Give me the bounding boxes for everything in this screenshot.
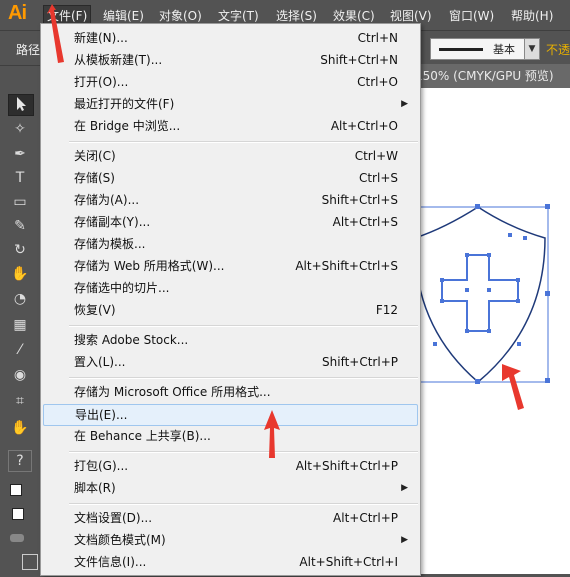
- submenu-arrow-icon: ▶: [401, 535, 408, 545]
- annotation-arrow-icon: [502, 364, 524, 410]
- menu-view[interactable]: 视图(V): [390, 7, 432, 24]
- hand-tool-icon[interactable]: ✋: [8, 418, 32, 438]
- menu-item-document-setup[interactable]: 文档设置(D)... Alt+Ctrl+P: [41, 507, 420, 529]
- menu-item-new[interactable]: 新建(N)... Ctrl+N: [41, 27, 420, 49]
- menu-item-search-stock[interactable]: 搜索 Adobe Stock...: [41, 329, 420, 351]
- app-logo: Ai: [8, 2, 27, 24]
- menu-item-new-from-template[interactable]: 从模板新建(T)... Shift+Ctrl+N: [41, 49, 420, 71]
- menu-item-revert[interactable]: 恢复(V) F12: [41, 299, 420, 321]
- pen-tool-icon[interactable]: ✒: [8, 144, 32, 164]
- submenu-arrow-icon: ▶: [401, 483, 408, 493]
- magic-wand-icon[interactable]: ✧: [8, 119, 32, 139]
- warp-tool-icon[interactable]: ✋: [8, 264, 32, 284]
- help-icon[interactable]: ?: [8, 450, 32, 472]
- selection-tool-icon[interactable]: [8, 94, 34, 116]
- menu-item-document-color-mode[interactable]: 文档颜色模式(M) ▶: [41, 529, 420, 551]
- menu-item-save[interactable]: 存储(S) Ctrl+S: [41, 167, 420, 189]
- menu-separator: [69, 325, 418, 327]
- menu-item-package[interactable]: 打包(G)... Alt+Shift+Ctrl+P: [41, 455, 420, 477]
- menu-item-save-template[interactable]: 存储为模板...: [41, 233, 420, 255]
- menu-item-scripts[interactable]: 脚本(R) ▶: [41, 477, 420, 499]
- menu-item-save-ms-office[interactable]: 存储为 Microsoft Office 所用格式...: [41, 381, 420, 403]
- rotate-tool-icon[interactable]: ↻: [8, 240, 32, 260]
- stroke-preview: [439, 48, 483, 51]
- menu-item-file-info[interactable]: 文件信息(I)... Alt+Shift+Ctrl+I: [41, 551, 420, 573]
- menu-separator: [69, 503, 418, 505]
- menu-item-close[interactable]: 关闭(C) Ctrl+W: [41, 145, 420, 167]
- path-label: 路径: [16, 43, 41, 57]
- file-menu-dropdown: 新建(N)... Ctrl+N 从模板新建(T)... Shift+Ctrl+N 打…: [40, 23, 421, 576]
- menu-effect[interactable]: 效果(C): [333, 7, 375, 24]
- shield-artwork[interactable]: [405, 88, 570, 574]
- opacity-label[interactable]: 不透: [546, 41, 570, 58]
- menu-select[interactable]: 选择(S): [276, 7, 317, 24]
- menu-item-save-for-web[interactable]: 存储为 Web 所用格式(W)... Alt+Shift+Ctrl+S: [41, 255, 420, 277]
- menu-object[interactable]: 对象(O): [159, 7, 202, 24]
- stroke-profile-select[interactable]: 基本: [430, 38, 538, 60]
- symbol-sprayer-icon[interactable]: ◉: [8, 365, 32, 385]
- menu-item-browse-bridge[interactable]: 在 Bridge 中浏览... Alt+Ctrl+O: [41, 115, 420, 137]
- menu-item-share-behance[interactable]: 在 Behance 上共享(B)...: [41, 425, 420, 447]
- shape-builder-icon[interactable]: ◔: [8, 289, 32, 309]
- document-tab[interactable]: 150% (CMYK/GPU 预览): [405, 64, 570, 88]
- type-tool-icon[interactable]: T: [8, 168, 32, 188]
- annotation-arrow-icon: [264, 410, 280, 458]
- chevron-down-icon[interactable]: ▼: [524, 38, 540, 60]
- tools-panel: ✧ ✒ T ▭ ✎ ↻ ✋ ◔ ▦ ⁄ ◉ ⌗ ✋ ?: [0, 88, 40, 574]
- menu-separator: [69, 451, 418, 453]
- menu-item-export[interactable]: 导出(E)...: [43, 404, 418, 426]
- pencil-tool-icon[interactable]: ✎: [8, 216, 32, 236]
- menu-item-save-slices[interactable]: 存储选中的切片...: [41, 277, 420, 299]
- menu-edit[interactable]: 编辑(E): [103, 7, 144, 24]
- stroke-profile-name: 基本: [493, 43, 515, 56]
- rectangle-tool-icon[interactable]: ▭: [8, 192, 32, 212]
- annotation-arrow-icon: [47, 4, 64, 63]
- menu-item-open[interactable]: 打开(O)... Ctrl+O: [41, 71, 420, 93]
- menu-type[interactable]: 文字(T): [218, 7, 259, 24]
- artboard-tool-icon[interactable]: ⌗: [8, 391, 32, 411]
- artboard-canvas[interactable]: [405, 88, 570, 574]
- color-mode-swatch[interactable]: [12, 508, 24, 520]
- menu-separator: [69, 141, 418, 143]
- submenu-arrow-icon: ▶: [401, 99, 408, 109]
- draw-mode-icon[interactable]: [10, 534, 24, 542]
- menu-item-open-recent[interactable]: 最近打开的文件(F) ▶: [41, 93, 420, 115]
- menu-item-save-as[interactable]: 存储为(A)... Shift+Ctrl+S: [41, 189, 420, 211]
- perspective-grid-icon[interactable]: ▦: [8, 315, 32, 335]
- menu-item-place[interactable]: 置入(L)... Shift+Ctrl+P: [41, 351, 420, 373]
- eyedropper-icon[interactable]: ⁄: [8, 340, 32, 360]
- menu-separator: [69, 377, 418, 379]
- fill-swatch[interactable]: [10, 484, 22, 496]
- screen-mode-icon[interactable]: [22, 554, 38, 570]
- menu-help[interactable]: 帮助(H): [511, 7, 553, 24]
- menu-window[interactable]: 窗口(W): [449, 7, 494, 24]
- menu-item-save-copy[interactable]: 存储副本(Y)... Alt+Ctrl+S: [41, 211, 420, 233]
